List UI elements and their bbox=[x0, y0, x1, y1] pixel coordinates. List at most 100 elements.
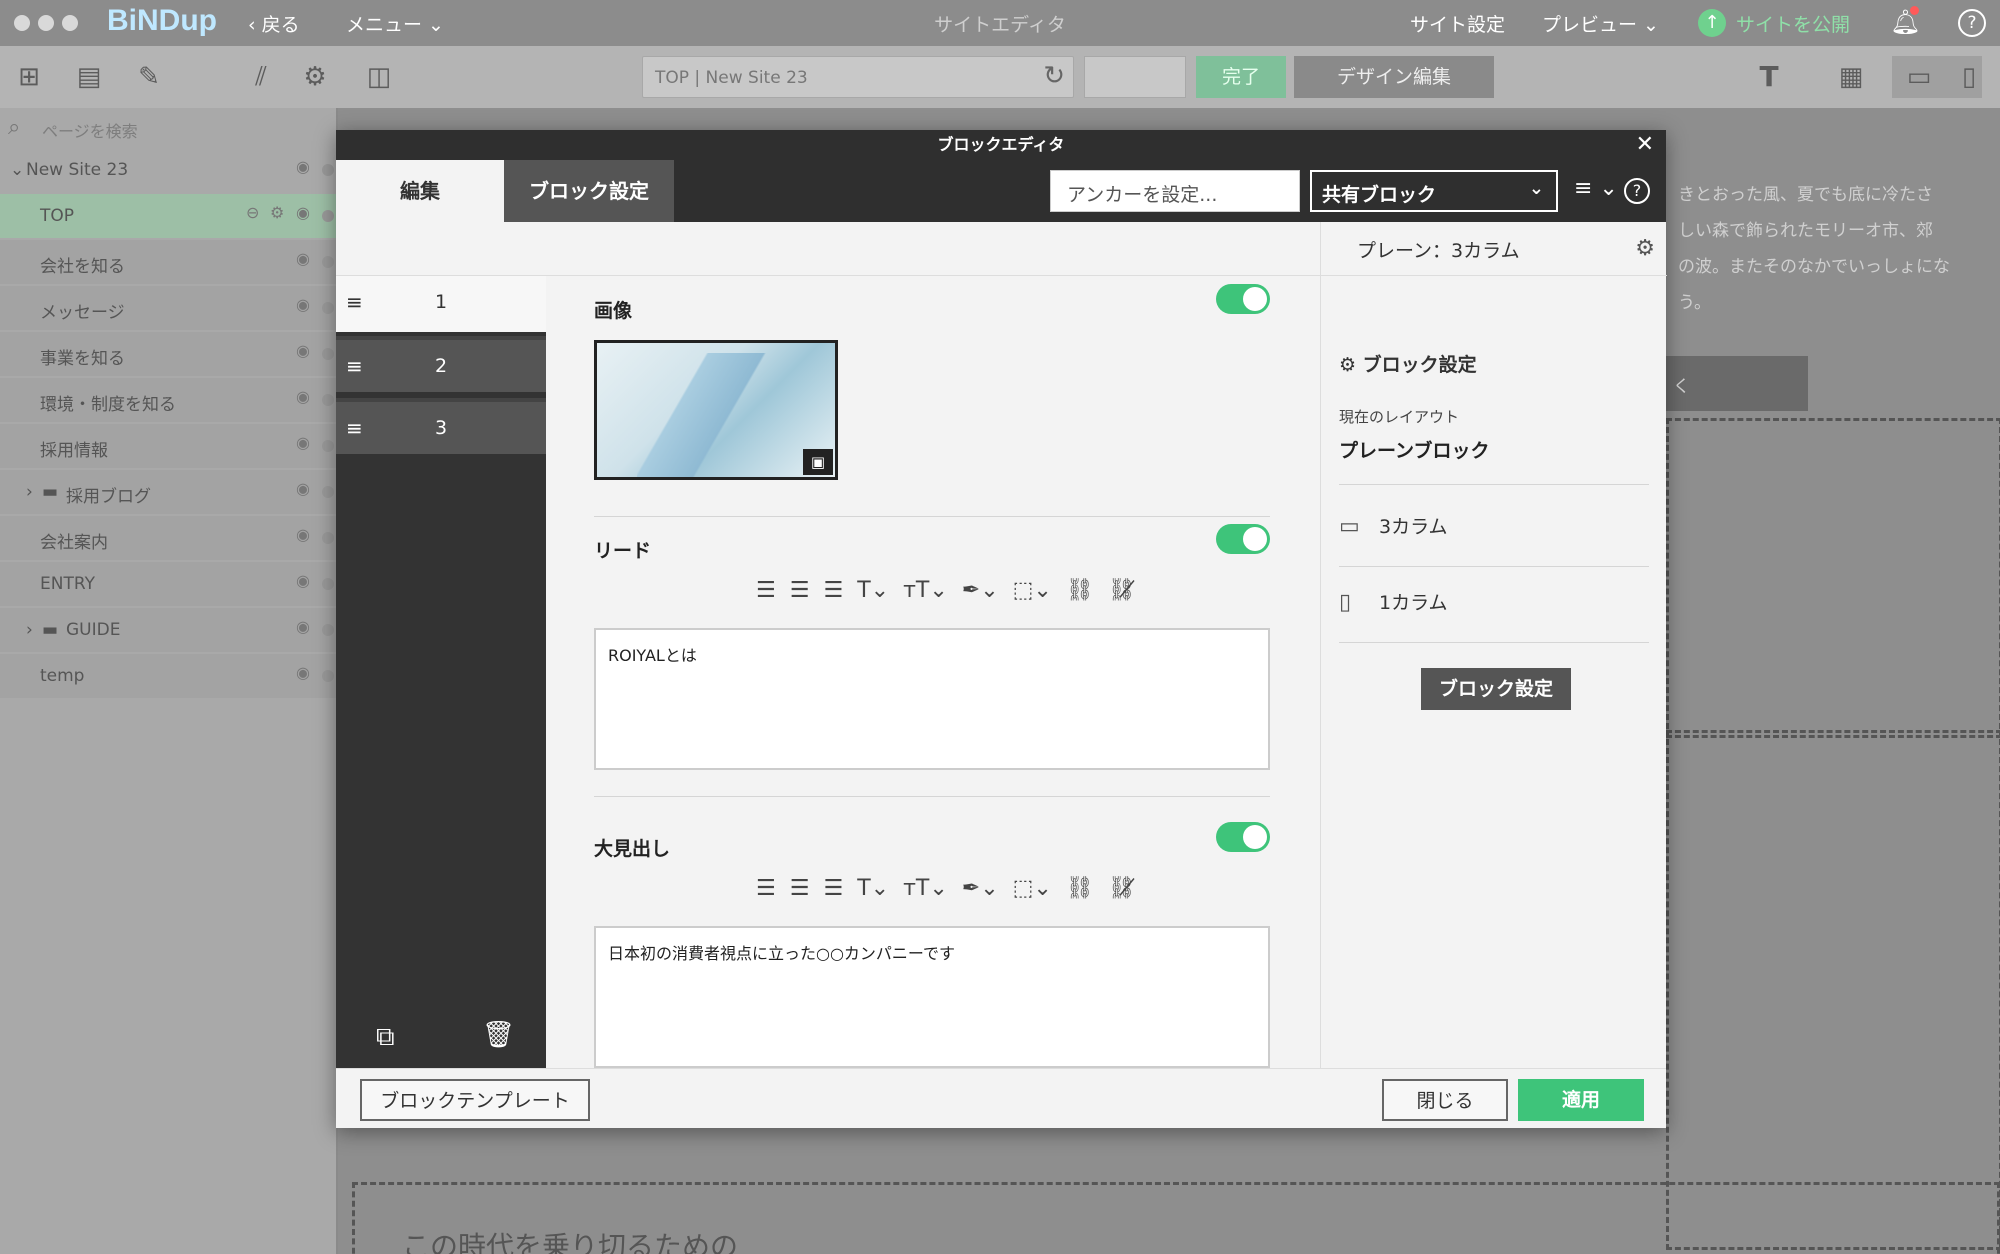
link-icon[interactable]: ⛓ bbox=[1066, 876, 1094, 901]
unlink-icon[interactable]: ⛓︎̸ bbox=[1108, 578, 1136, 603]
sidebar-item[interactable]: 会社案内 ◉ bbox=[0, 516, 336, 560]
lead-toggle[interactable] bbox=[1216, 524, 1270, 554]
layout-option-mobile[interactable]: ▯ 1カラム bbox=[1339, 588, 1448, 615]
design-edit-button[interactable]: デザイン編集 bbox=[1294, 56, 1494, 98]
layout-option-desktop[interactable]: ▭ 3カラム bbox=[1339, 512, 1448, 539]
hamburger-menu-icon[interactable]: ≡ ⌄ bbox=[1574, 176, 1618, 201]
eye-icon[interactable]: ◉ bbox=[296, 479, 310, 498]
layout-option-label: 3カラム bbox=[1379, 516, 1448, 538]
sidebar-item[interactable]: 会社を知る ◉ bbox=[0, 240, 336, 284]
edit-page-icon[interactable]: ✎ bbox=[132, 60, 166, 94]
block-settings-panel: プレーン：3カラム ⚙ ⚙ ブロック設定 現在のレイアウト プレーンブロック ▭… bbox=[1320, 222, 1667, 1068]
align-center-icon[interactable]: ☰ bbox=[790, 876, 810, 901]
eye-icon[interactable]: ◉ bbox=[296, 157, 310, 176]
status-dot bbox=[322, 670, 334, 682]
font-size-icon[interactable]: ᴛT⌄ bbox=[903, 578, 948, 603]
eye-icon[interactable]: ◉ bbox=[296, 617, 310, 636]
tab-edit[interactable]: 編集 bbox=[336, 160, 504, 222]
tab-block-settings[interactable]: ブロック設定 bbox=[504, 160, 674, 222]
analytics-icon[interactable]: ⫽ bbox=[244, 60, 278, 94]
font-icon[interactable]: T⌄ bbox=[857, 876, 889, 901]
sidebar-toggle-icon[interactable]: ◫ bbox=[362, 60, 396, 94]
upload-icon[interactable]: ↑ bbox=[1698, 9, 1726, 37]
chevron-right-icon[interactable]: › bbox=[26, 482, 33, 502]
more-icon[interactable]: ⊖ bbox=[246, 203, 259, 222]
eye-icon[interactable]: ◉ bbox=[296, 203, 310, 222]
shared-block-select[interactable]: 共有ブロック ⌄ bbox=[1310, 170, 1558, 212]
color-picker-icon[interactable]: ✒⌄ bbox=[962, 876, 999, 901]
link-icon[interactable]: ⛓ bbox=[1066, 578, 1094, 603]
layout-icon[interactable]: ▦ bbox=[1834, 60, 1868, 94]
align-left-icon[interactable]: ☰ bbox=[756, 876, 776, 901]
block-template-button[interactable]: ブロックテンプレート bbox=[360, 1079, 590, 1121]
block-item-3[interactable]: ≡ 3 bbox=[336, 398, 546, 454]
eye-icon[interactable]: ◉ bbox=[296, 525, 310, 544]
align-right-icon[interactable]: ☰ bbox=[823, 876, 843, 901]
site-settings-link[interactable]: サイト設定 bbox=[1410, 10, 1505, 37]
image-toggle[interactable] bbox=[1216, 284, 1270, 314]
trash-icon[interactable]: 🗑︎ bbox=[482, 1020, 515, 1050]
align-right-icon[interactable]: ☰ bbox=[823, 578, 843, 603]
apply-button[interactable]: 適用 bbox=[1518, 1079, 1644, 1121]
sidebar-item[interactable]: メッセージ ◉ bbox=[0, 286, 336, 330]
sidebar-item-top[interactable]: TOP ⊖ ⚙ ◉ bbox=[0, 194, 336, 238]
anchor-input[interactable]: アンカーを設定... bbox=[1050, 170, 1300, 212]
text-box-icon[interactable]: ⬚⌄ bbox=[1013, 578, 1052, 603]
eye-icon[interactable]: ◉ bbox=[296, 249, 310, 268]
add-block-icon[interactable]: ⊞ bbox=[12, 60, 46, 94]
block-item-2[interactable]: ≡ 2 bbox=[336, 336, 546, 392]
block-content-editor: 画像 ▣ リード ☰ ☰ ☰ T⌄ ᴛT⌄ ✒⌄ ⬚⌄ ⛓ ⛓︎̸ ROIYALとは 大見出し … bbox=[546, 276, 1320, 1068]
text-box-icon[interactable]: ⬚⌄ bbox=[1013, 876, 1052, 901]
sidebar-folder-item[interactable]: › ▬ GUIDE ◉ bbox=[0, 608, 336, 652]
heading-section-label: 大見出し bbox=[594, 838, 671, 860]
image-icon[interactable]: ▣ bbox=[803, 449, 833, 475]
block-settings-button[interactable]: ブロック設定 bbox=[1421, 668, 1571, 710]
gear-icon[interactable]: ⚙ bbox=[270, 203, 284, 222]
mobile-icon: ▯ bbox=[1339, 590, 1352, 615]
eye-icon[interactable]: ◉ bbox=[296, 341, 310, 360]
eye-icon[interactable]: ◉ bbox=[296, 571, 310, 590]
heading-toggle[interactable] bbox=[1216, 822, 1270, 852]
font-size-icon[interactable]: ᴛT⌄ bbox=[903, 876, 948, 901]
page-icon[interactable]: ▤ bbox=[72, 60, 106, 94]
eye-icon[interactable]: ◉ bbox=[296, 663, 310, 682]
font-icon[interactable]: T⌄ bbox=[857, 578, 889, 603]
eye-icon[interactable]: ◉ bbox=[296, 295, 310, 314]
gear-icon[interactable]: ⚙ bbox=[1635, 236, 1655, 261]
text-style-icon[interactable]: T bbox=[1752, 60, 1786, 94]
block-item-1[interactable]: ≡ 1 bbox=[336, 276, 546, 332]
align-left-icon[interactable]: ☰ bbox=[756, 578, 776, 603]
desktop-icon[interactable]: ▭ bbox=[1902, 60, 1936, 94]
done-button[interactable]: 完了 bbox=[1196, 56, 1286, 98]
sidebar-item[interactable]: temp ◉ bbox=[0, 654, 336, 698]
sidebar-item[interactable]: 環境・制度を知る ◉ bbox=[0, 378, 336, 422]
image-thumbnail[interactable]: ▣ bbox=[594, 340, 838, 480]
close-icon[interactable]: ✕ bbox=[1636, 132, 1654, 158]
duplicate-icon[interactable]: ⧉ bbox=[376, 1022, 395, 1053]
chevron-right-icon[interactable]: › bbox=[26, 620, 33, 640]
heading-textarea[interactable]: 日本初の消費者視点に立った○○カンパニーです bbox=[594, 926, 1270, 1068]
close-button[interactable]: 閉じる bbox=[1382, 1079, 1508, 1121]
site-root-item[interactable]: ⌄ New Site 23 ◉ bbox=[0, 148, 336, 192]
help-icon[interactable]: ? bbox=[1624, 178, 1650, 204]
publish-site-button[interactable]: サイトを公開 bbox=[1736, 10, 1850, 37]
unlink-icon[interactable]: ⛓︎̸ bbox=[1108, 876, 1136, 901]
mobile-icon[interactable]: ▯ bbox=[1952, 60, 1986, 94]
lead-textarea[interactable]: ROIYALとは bbox=[594, 628, 1270, 770]
gear-icon[interactable]: ⚙ bbox=[298, 60, 332, 94]
page-search[interactable]: ⌕ ページを検索 bbox=[0, 108, 336, 148]
chevron-down-icon: ⌄ bbox=[10, 160, 25, 180]
sidebar-item[interactable]: 採用情報 ◉ bbox=[0, 424, 336, 468]
reload-icon[interactable]: ↻ bbox=[1043, 61, 1065, 91]
preview-menu[interactable]: プレビュー ⌄ bbox=[1542, 10, 1659, 37]
eye-icon[interactable]: ◉ bbox=[296, 387, 310, 406]
sidebar-folder-item[interactable]: › ▬ 採用ブログ ◉ bbox=[0, 470, 336, 514]
color-picker-icon[interactable]: ✒⌄ bbox=[962, 578, 999, 603]
eye-icon[interactable]: ◉ bbox=[296, 433, 310, 452]
help-icon[interactable]: ? bbox=[1958, 9, 1986, 37]
sidebar-item[interactable]: 事業を知る ◉ bbox=[0, 332, 336, 376]
status-dot bbox=[322, 210, 334, 222]
selection-tool-group[interactable] bbox=[1084, 56, 1186, 98]
sidebar-item[interactable]: ENTRY ◉ bbox=[0, 562, 336, 606]
align-center-icon[interactable]: ☰ bbox=[790, 578, 810, 603]
